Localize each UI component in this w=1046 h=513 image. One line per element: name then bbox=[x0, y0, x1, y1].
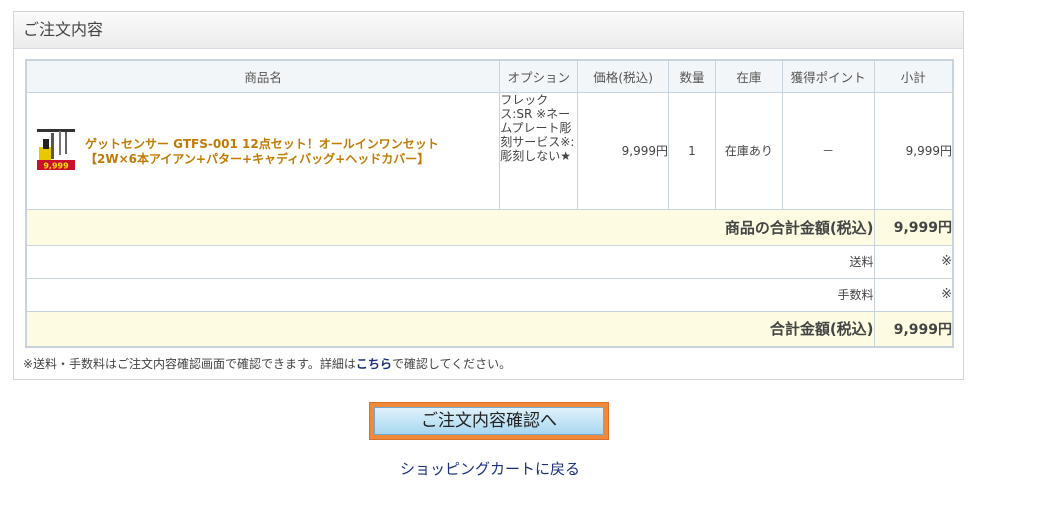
order-contents-panel: ご注文内容 商品名 オプション 価格(税込) 数量 在庫 獲得ポイント 小計 9… bbox=[13, 11, 964, 380]
header-price: 価格(税込) bbox=[577, 59, 669, 93]
handling-fee-label: 手数料 bbox=[25, 277, 875, 312]
panel-title: ご注文内容 bbox=[14, 12, 963, 49]
handling-fee-value: ※ bbox=[873, 277, 954, 312]
header-stock: 在庫 bbox=[714, 59, 783, 93]
product-subtotal: 9,999円 bbox=[873, 91, 954, 210]
product-total-row: 商品の合計金額(税込) 9,999円 bbox=[25, 208, 954, 246]
header-quantity: 数量 bbox=[668, 59, 716, 93]
header-subtotal: 小計 bbox=[873, 59, 954, 93]
grand-total-label: 合計金額(税込) bbox=[25, 310, 875, 348]
product-price: 9,999円 bbox=[577, 91, 669, 210]
shipping-label: 送料 bbox=[25, 244, 875, 279]
product-total-value: 9,999円 bbox=[873, 208, 954, 246]
note-suffix: で確認してください。 bbox=[391, 357, 512, 371]
shipping-fee-note: ※送料・手数料はご注文内容確認画面で確認できます。詳細はこちらで確認してください… bbox=[23, 355, 511, 372]
note-prefix: ※送料・手数料はご注文内容確認画面で確認できます。詳細は bbox=[23, 357, 356, 371]
product-quantity: 1 bbox=[668, 91, 716, 210]
product-stock: 在庫あり bbox=[714, 91, 783, 210]
thumbnail-price-text: 9,999 bbox=[43, 161, 69, 170]
product-name-link[interactable]: ゲットセンサー GTFS-001 12点セット！オールインワンセット【2W×6本… bbox=[85, 137, 490, 167]
shipping-value: ※ bbox=[873, 244, 954, 279]
confirm-order-label: ご注文内容確認へ bbox=[374, 407, 604, 435]
shipping-row: 送料 ※ bbox=[25, 244, 954, 279]
order-table: 商品名 オプション 価格(税込) 数量 在庫 獲得ポイント 小計 9,999 ゲ… bbox=[25, 59, 954, 348]
header-option: オプション bbox=[499, 59, 579, 93]
grand-total-value: 9,999円 bbox=[873, 310, 954, 348]
product-cell: 9,999 ゲットセンサー GTFS-001 12点セット！オールインワンセット… bbox=[25, 91, 501, 210]
product-points: － bbox=[781, 91, 875, 210]
table-row: 9,999 ゲットセンサー GTFS-001 12点セット！オールインワンセット… bbox=[25, 91, 954, 210]
confirm-order-button[interactable]: ご注文内容確認へ bbox=[369, 402, 609, 440]
back-to-cart-link[interactable]: ショッピングカートに戻る bbox=[400, 458, 580, 479]
product-total-label: 商品の合計金額(税込) bbox=[25, 208, 875, 246]
handling-fee-row: 手数料 ※ bbox=[25, 277, 954, 312]
header-points: 獲得ポイント bbox=[781, 59, 875, 93]
grand-total-row: 合計金額(税込) 9,999円 bbox=[25, 310, 954, 348]
header-product-name: 商品名 bbox=[25, 59, 501, 93]
table-header-row: 商品名 オプション 価格(税込) 数量 在庫 獲得ポイント 小計 bbox=[25, 59, 954, 93]
note-details-link[interactable]: こちら bbox=[356, 357, 392, 371]
product-thumbnail[interactable]: 9,999 bbox=[35, 126, 77, 171]
product-option: フレックス:SR ※ネームプレート彫刻サービス※:彫刻しない★ bbox=[499, 91, 579, 210]
